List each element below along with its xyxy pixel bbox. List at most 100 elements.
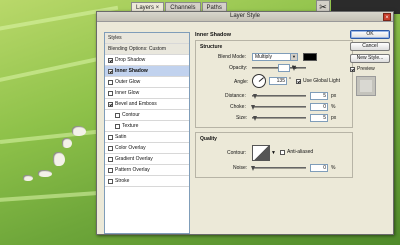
- distance-slider[interactable]: [252, 94, 306, 99]
- distance-label: Distance:: [225, 93, 246, 99]
- blend-mode-label: Blend Mode:: [218, 54, 247, 60]
- leaf-hole: [72, 126, 86, 136]
- close-button[interactable]: ×: [383, 13, 391, 21]
- new-style-button[interactable]: New Style...: [350, 54, 390, 63]
- pattern-overlay-checkbox[interactable]: [108, 167, 113, 173]
- style-item-stroke[interactable]: Stroke: [105, 176, 189, 187]
- choke-label: Choke:: [230, 104, 246, 110]
- dialog-title: Layer Style: [229, 13, 260, 19]
- dialog-titlebar[interactable]: Layer Style ×: [97, 12, 393, 22]
- satin-checkbox[interactable]: [108, 134, 113, 140]
- preview-control[interactable]: Preview: [350, 66, 391, 72]
- leaf-hole: [53, 152, 65, 166]
- style-item-outer-glow[interactable]: Outer Glow: [105, 77, 189, 88]
- distance-unit: px: [331, 93, 337, 99]
- style-label: Gradient Overlay: [115, 155, 153, 162]
- slider-thumb[interactable]: [251, 166, 255, 171]
- style-item-pattern-overlay[interactable]: Pattern Overlay: [105, 165, 189, 176]
- leaf-hole: [62, 138, 72, 148]
- anti-aliased-checkbox[interactable]: [280, 149, 285, 155]
- style-label: Color Overlay: [115, 144, 146, 151]
- chevron-down-icon[interactable]: ▼: [271, 150, 276, 156]
- size-input[interactable]: 5: [310, 114, 328, 122]
- inner-glow-checkbox[interactable]: [108, 90, 113, 96]
- blending-options-item[interactable]: Blending Options: Custom: [105, 44, 189, 55]
- drop-shadow-checkbox[interactable]: [108, 57, 113, 63]
- leaf-vein: [0, 128, 110, 144]
- style-label: Inner Shadow: [115, 67, 148, 74]
- contour-checkbox[interactable]: [115, 112, 120, 118]
- style-item-satin[interactable]: Satin: [105, 132, 189, 143]
- degree-unit: °: [289, 77, 291, 83]
- blend-mode-select[interactable]: Multiply ▼: [252, 53, 298, 61]
- opacity-input[interactable]: [278, 64, 290, 72]
- opacity-row: Opacity: %: [200, 63, 348, 73]
- style-item-gradient-overlay[interactable]: Gradient Overlay: [105, 154, 189, 165]
- layer-style-dialog: Layer Style × Styles Blending Options: C…: [96, 11, 394, 235]
- global-light-label: Use Global Light: [303, 78, 340, 84]
- noise-row: Noise: 0 %: [200, 163, 348, 173]
- preview-checkbox[interactable]: [350, 66, 355, 72]
- texture-checkbox[interactable]: [115, 123, 120, 129]
- stroke-checkbox[interactable]: [108, 178, 113, 184]
- styles-header[interactable]: Styles: [105, 33, 189, 44]
- quality-group: Quality Contour: ▼ Anti-aliased Noise: 0…: [195, 132, 353, 178]
- blend-mode-row: Blend Mode: Multiply ▼: [200, 52, 348, 62]
- gradient-overlay-checkbox[interactable]: [108, 156, 113, 162]
- contour-picker[interactable]: [252, 145, 270, 161]
- contour-row: Contour: ▼ Anti-aliased: [200, 144, 348, 162]
- angle-dial[interactable]: [252, 74, 266, 88]
- leaf-vein: [0, 55, 108, 84]
- dialog-buttons: OK Cancel New Style... Preview: [347, 30, 391, 96]
- global-light-control[interactable]: Use Global Light: [296, 78, 340, 84]
- style-item-inner-shadow[interactable]: Inner Shadow: [105, 66, 189, 77]
- preview-label: Preview: [357, 66, 375, 72]
- shadow-color-swatch[interactable]: [303, 53, 317, 61]
- cancel-button[interactable]: Cancel: [350, 42, 390, 51]
- angle-row: Angle: 135 ° Use Global Light: [200, 74, 348, 90]
- style-item-color-overlay[interactable]: Color Overlay: [105, 143, 189, 154]
- choke-row: Choke: 0 %: [200, 102, 348, 112]
- chevron-down-icon: ▼: [290, 54, 297, 60]
- style-item-bevel-emboss[interactable]: Bevel and Emboss: [105, 99, 189, 110]
- size-slider[interactable]: [252, 116, 306, 121]
- slider-thumb[interactable]: [251, 105, 255, 110]
- style-item-texture[interactable]: Texture: [105, 121, 189, 132]
- angle-input[interactable]: 135: [269, 77, 287, 85]
- color-overlay-checkbox[interactable]: [108, 145, 113, 151]
- blend-mode-value: Multiply: [255, 54, 272, 60]
- choke-input[interactable]: 0: [310, 103, 328, 111]
- contour-label: Contour:: [227, 150, 247, 156]
- opacity-unit: %: [292, 65, 297, 71]
- style-label: Pattern Overlay: [115, 166, 150, 173]
- inner-shadow-checkbox[interactable]: [108, 68, 113, 74]
- structure-group: Structure Blend Mode: Multiply ▼ Opacity:…: [195, 40, 353, 128]
- quality-legend: Quality: [200, 136, 217, 142]
- style-item-drop-shadow[interactable]: Drop Shadow: [105, 55, 189, 66]
- style-preview-thumbnail: [356, 76, 376, 96]
- size-label: Size:: [236, 115, 248, 121]
- global-light-checkbox[interactable]: [296, 78, 301, 84]
- leaf-hole: [23, 175, 33, 181]
- size-row: Size: 5 px: [200, 113, 348, 123]
- slider-thumb[interactable]: [253, 94, 257, 99]
- ok-button[interactable]: OK: [350, 30, 390, 39]
- structure-legend: Structure: [200, 44, 223, 50]
- noise-input[interactable]: 0: [310, 164, 328, 172]
- choke-slider[interactable]: [251, 105, 306, 110]
- noise-label: Noise:: [233, 165, 248, 171]
- inner-shadow-panel: Inner Shadow Structure Blend Mode: Multi…: [195, 32, 353, 178]
- outer-glow-checkbox[interactable]: [108, 79, 113, 85]
- leaf-hole: [38, 170, 52, 177]
- style-item-contour[interactable]: Contour: [105, 110, 189, 121]
- style-item-inner-glow[interactable]: Inner Glow: [105, 88, 189, 99]
- noise-slider[interactable]: [251, 166, 306, 171]
- style-label: Stroke: [115, 177, 130, 184]
- distance-input[interactable]: 5: [310, 92, 328, 100]
- anti-aliased-control[interactable]: Anti-aliased: [280, 149, 313, 155]
- anti-aliased-label: Anti-aliased: [287, 149, 314, 155]
- style-label: Inner Glow: [115, 89, 140, 96]
- bevel-emboss-checkbox[interactable]: [108, 101, 113, 107]
- slider-thumb[interactable]: [253, 116, 257, 121]
- style-label: Drop Shadow: [115, 56, 146, 63]
